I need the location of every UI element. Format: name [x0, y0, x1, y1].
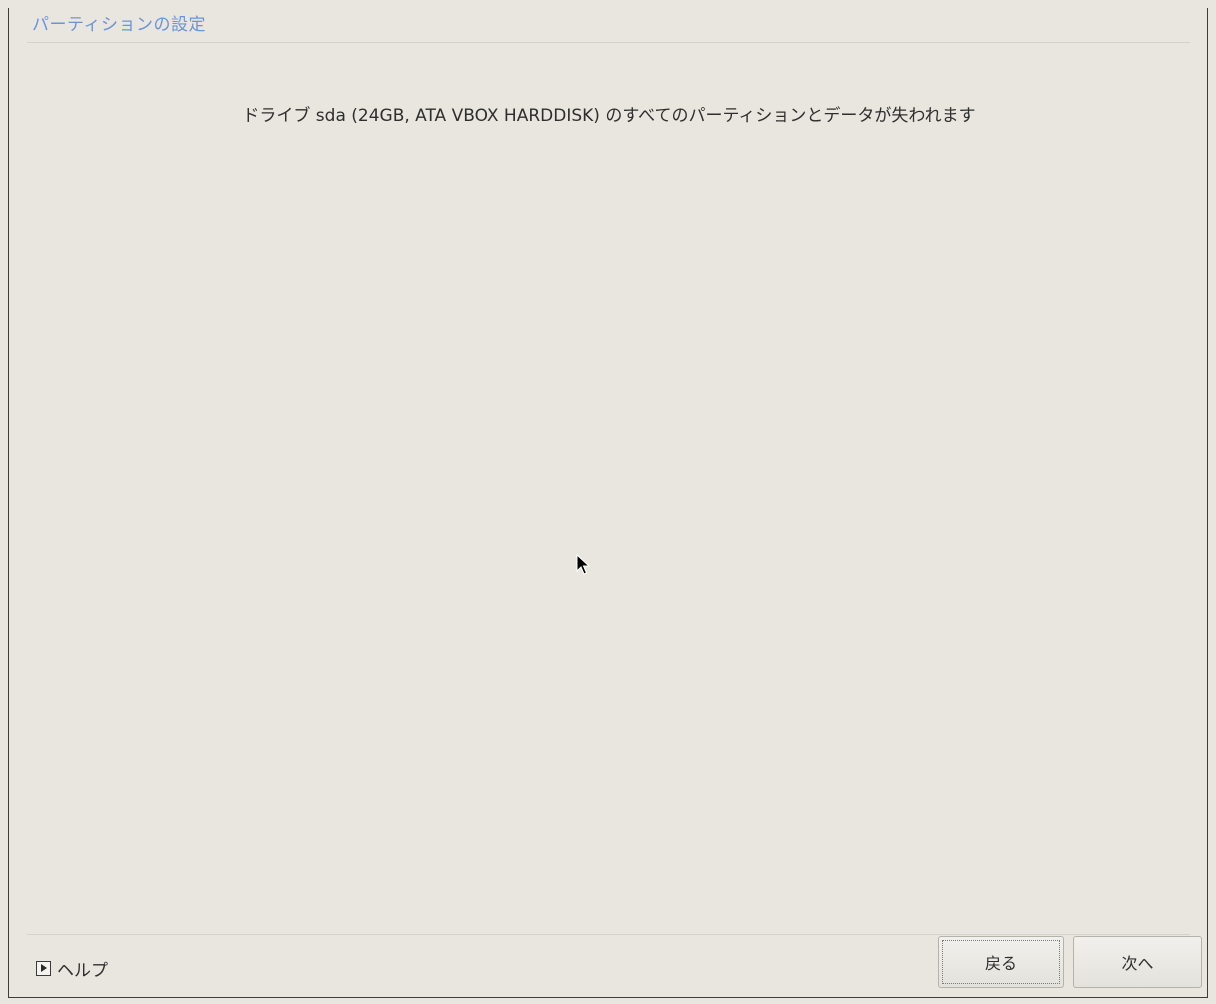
help-label: ヘルプ	[57, 961, 108, 981]
title-divider	[27, 42, 1190, 43]
dialog-title: パーティションの設定	[32, 15, 206, 35]
back-button-label: 戻る	[984, 954, 1017, 973]
help-expander[interactable]: ヘルプ	[36, 956, 108, 981]
expander-arrow-icon	[36, 961, 51, 976]
mouse-pointer-icon	[576, 554, 590, 575]
partition-dialog: パーティションの設定 ドライブ sda (24GB, ATA VBOX HARD…	[8, 8, 1208, 998]
next-button-label: 次へ	[1121, 954, 1154, 973]
back-button[interactable]: 戻る	[938, 936, 1064, 988]
warning-message: ドライブ sda (24GB, ATA VBOX HARDDISK) のすべての…	[242, 106, 976, 126]
footer-divider	[27, 934, 1190, 935]
next-button[interactable]: 次へ	[1073, 936, 1202, 988]
